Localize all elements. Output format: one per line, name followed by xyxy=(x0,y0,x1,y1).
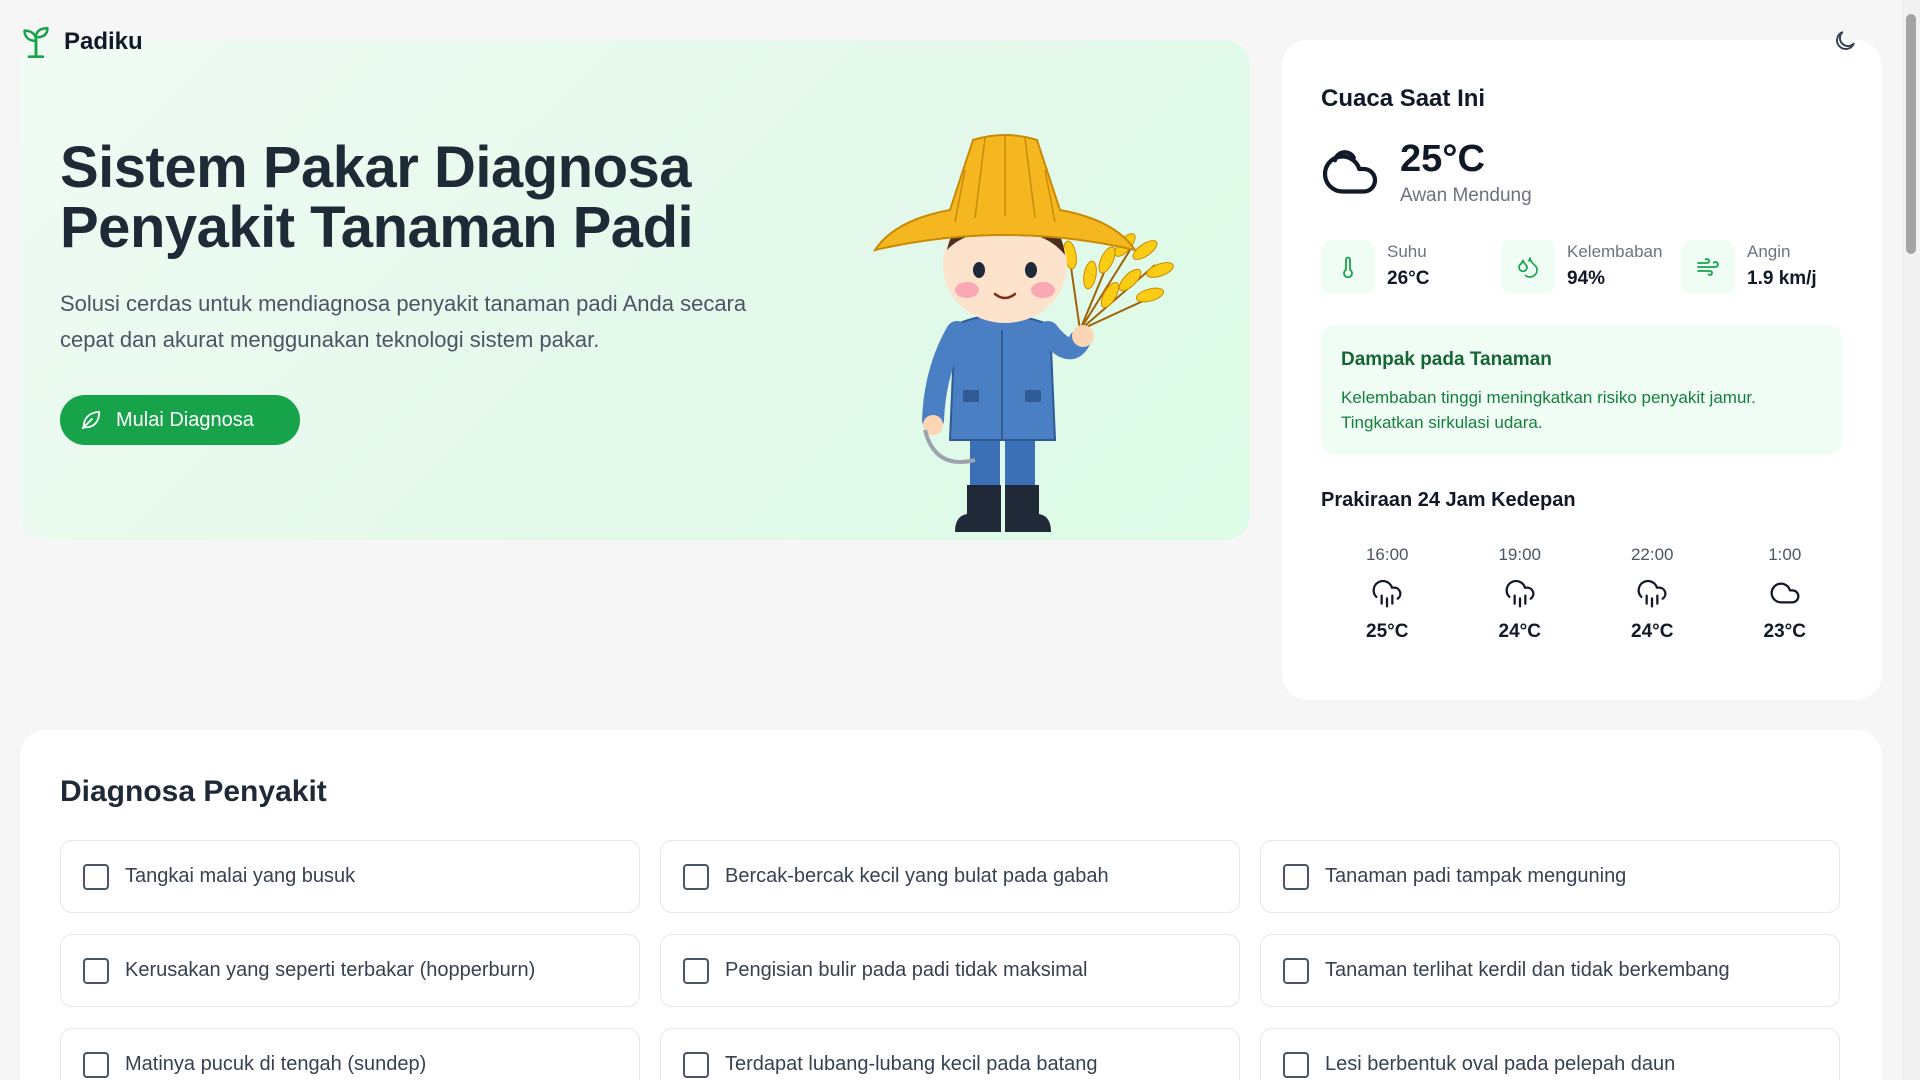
forecast-time: 16:00 xyxy=(1365,545,1409,564)
symptom-option[interactable]: Tangkai malai yang busuk xyxy=(60,840,640,913)
symptom-checkbox[interactable] xyxy=(83,1051,109,1078)
symptom-label: Kerusakan yang seperti terbakar (hopperb… xyxy=(125,959,536,981)
farmer-illustration xyxy=(872,134,1174,532)
forecast-temp: 24°C xyxy=(1498,621,1541,642)
forecast-temp: 24°C xyxy=(1631,621,1674,642)
forecast-time: 1:00 xyxy=(1768,545,1802,564)
forecast-item: 1:00 23°C xyxy=(1719,545,1852,643)
symptom-option[interactable]: Matinya pucuk di tengah (sundep) xyxy=(60,1028,640,1080)
symptom-label: Bercak-bercak kecil yang bulat pada gaba… xyxy=(725,865,1109,887)
stat-temperature: Suhu 26°C xyxy=(1321,240,1429,294)
cloud-icon xyxy=(1770,582,1800,604)
forecast-item: 16:00 25°C xyxy=(1321,545,1454,643)
weather-condition: Awan Mendung xyxy=(1400,185,1532,206)
symptom-option[interactable]: Kerusakan yang seperti terbakar (hopperb… xyxy=(60,934,640,1007)
impact-text: Kelembaban tinggi meningkatkan risiko pe… xyxy=(1341,388,1756,432)
thermometer-icon xyxy=(1343,256,1353,279)
diagnosis-title: Diagnosa Penyakit xyxy=(60,775,327,808)
symptom-label: Terdapat lubang-lubang kecil pada batang xyxy=(725,1053,1098,1075)
forecast-time: 22:00 xyxy=(1630,545,1674,564)
stat-label: Suhu xyxy=(1387,242,1427,261)
hero-title: Sistem Pakar Diagnosa Penyakit Tanaman P… xyxy=(60,135,694,260)
leaf-icon xyxy=(81,410,101,430)
impact-title: Dampak pada Tanaman xyxy=(1341,349,1552,370)
start-diagnosis-button[interactable]: Mulai Diagnosa xyxy=(60,395,300,445)
symptom-label: Pengisian bulir pada padi tidak maksimal xyxy=(725,959,1088,981)
symptom-option[interactable]: Tanaman terlihat kerdil dan tidak berkem… xyxy=(1260,934,1840,1007)
symptom-option[interactable]: Pengisian bulir pada padi tidak maksimal xyxy=(660,934,1240,1007)
symptom-list: Tangkai malai yang busuk Bercak-bercak k… xyxy=(60,840,1840,1080)
forecast-time: 19:00 xyxy=(1498,545,1542,564)
app-name[interactable]: Padiku xyxy=(64,28,143,56)
plant-impact-box: Dampak pada Tanaman Kelembaban tinggi me… xyxy=(1321,325,1842,455)
stat-value: 26°C xyxy=(1387,268,1430,289)
forecast-title: Prakiraan 24 Jam Kedepan xyxy=(1321,489,1576,511)
header: Padiku xyxy=(22,22,143,62)
stat-value: 94% xyxy=(1567,268,1606,289)
forecast-item: 19:00 24°C xyxy=(1454,545,1587,643)
symptom-label: Tanaman terlihat kerdil dan tidak berkem… xyxy=(1325,959,1730,981)
start-diagnosis-label: Mulai Diagnosa xyxy=(116,408,254,431)
symptom-option[interactable]: Lesi berbentuk oval pada pelepah daun xyxy=(1260,1028,1840,1080)
symptom-checkbox[interactable] xyxy=(1283,1051,1309,1078)
stat-label: Angin xyxy=(1747,242,1791,261)
moon-icon[interactable] xyxy=(1832,28,1858,54)
symptom-label: Tangkai malai yang busuk xyxy=(125,865,356,887)
symptom-option[interactable]: Bercak-bercak kecil yang bulat pada gaba… xyxy=(660,840,1240,913)
scrollbar[interactable] xyxy=(1902,0,1920,1080)
symptom-checkbox[interactable] xyxy=(1283,957,1309,984)
symptom-option[interactable]: Terdapat lubang-lubang kecil pada batang xyxy=(660,1028,1240,1080)
forecast-item: 22:00 24°C xyxy=(1586,545,1719,643)
wind-icon xyxy=(1697,258,1719,276)
cloud-rain-icon xyxy=(1637,579,1667,608)
droplets-icon xyxy=(1518,257,1538,278)
forecast-temp: 23°C xyxy=(1763,621,1806,642)
forecast-list: 16:00 25°C 19:00 24°C 22:00 24°C 1:00 23… xyxy=(1321,545,1851,643)
symptom-checkbox[interactable] xyxy=(683,863,709,890)
stat-humidity: Kelembaban 94% xyxy=(1501,240,1662,294)
current-temperature: 25°C xyxy=(1400,138,1485,180)
symptom-label: Matinya pucuk di tengah (sundep) xyxy=(125,1053,427,1075)
symptom-checkbox[interactable] xyxy=(83,957,109,984)
symptom-checkbox[interactable] xyxy=(1283,863,1309,890)
stat-label: Kelembaban xyxy=(1567,242,1663,261)
scrollbar-thumb[interactable] xyxy=(1906,14,1916,254)
symptom-checkbox[interactable] xyxy=(683,957,709,984)
diagnosis-section: Diagnosa Penyakit Tangkai malai yang bus… xyxy=(20,730,1882,1080)
weather-title: Cuaca Saat Ini xyxy=(1321,85,1486,112)
stat-wind: Angin 1.9 km/j xyxy=(1681,240,1817,294)
symptom-label: Tanaman padi tampak menguning xyxy=(1325,865,1627,887)
cloud-icon xyxy=(1322,150,1378,194)
weather-card: Cuaca Saat Ini 25°C Awan Mendung Suhu 26… xyxy=(1282,40,1882,700)
symptom-checkbox[interactable] xyxy=(83,863,109,890)
symptom-option[interactable]: Tanaman padi tampak menguning xyxy=(1260,840,1840,913)
hero-subtitle: Solusi cerdas untuk mendiagnosa penyakit… xyxy=(60,291,747,352)
forecast-temp: 25°C xyxy=(1366,621,1409,642)
symptom-label: Lesi berbentuk oval pada pelepah daun xyxy=(1325,1053,1676,1075)
cloud-rain-icon xyxy=(1372,579,1402,608)
hero-section: Sistem Pakar Diagnosa Penyakit Tanaman P… xyxy=(20,40,1250,540)
cloud-rain-icon xyxy=(1505,579,1535,608)
sprout-icon xyxy=(23,27,49,58)
symptom-checkbox[interactable] xyxy=(683,1051,709,1078)
stat-value: 1.9 km/j xyxy=(1747,268,1817,289)
